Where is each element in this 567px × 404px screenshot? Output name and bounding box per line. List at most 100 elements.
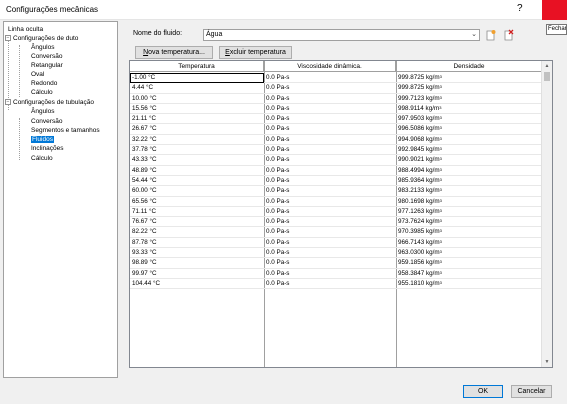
tree-item-fluidos[interactable]: Fluidos [31, 135, 54, 144]
temperature-cell[interactable]: -1.00 °C [130, 73, 264, 83]
scroll-up-icon[interactable]: ▲ [542, 61, 552, 71]
temperature-cell[interactable]: 43.33 °C [130, 155, 264, 165]
temperature-cell[interactable]: 21.11 °C [130, 114, 264, 124]
viscosity-cell[interactable]: 0.0 Pa-s [264, 217, 396, 227]
column-header-densidade[interactable]: Densidade [396, 61, 542, 72]
temperature-cell[interactable]: 76.67 °C [130, 217, 264, 227]
table-row[interactable]: 26.67 °C 0.0 Pa-s 996.5086 kg/m3 [130, 124, 542, 135]
viscosity-cell[interactable]: 0.0 Pa-s [264, 145, 396, 155]
table-row[interactable]: 98.89 °C 0.0 Pa-s 959.1856 kg/m3 [130, 258, 542, 269]
tree-item-tubulacao-conversao[interactable]: Conversão [31, 117, 62, 126]
tree-item-duto-angulos[interactable]: Ângulos [31, 43, 55, 52]
temperature-cell[interactable]: 32.22 °C [130, 135, 264, 145]
settings-tree[interactable]: Linha oculta − Configurações de duto Ângu… [3, 21, 118, 378]
density-cell[interactable]: 999.8725 kg/m3 [396, 73, 542, 83]
tree-item-configuracoes-duto[interactable]: − Configurações de duto [5, 34, 78, 43]
cancel-button[interactable]: Cancelar [511, 385, 552, 398]
temperature-cell[interactable]: 15.56 °C [130, 104, 264, 114]
column-header-temperatura[interactable]: Temperatura [130, 61, 264, 72]
density-cell[interactable]: 966.7143 kg/m3 [396, 238, 542, 248]
table-row[interactable]: 99.97 °C 0.0 Pa-s 958.3847 kg/m3 [130, 269, 542, 279]
temperature-cell[interactable]: 37.78 °C [130, 145, 264, 155]
temperature-cell[interactable]: 93.33 °C [130, 248, 264, 258]
viscosity-cell[interactable]: 0.0 Pa-s [264, 207, 396, 217]
table-row[interactable]: 82.22 °C 0.0 Pa-s 970.3985 kg/m3 [130, 227, 542, 238]
temperature-cell[interactable]: 98.89 °C [130, 258, 264, 268]
viscosity-cell[interactable]: 0.0 Pa-s [264, 114, 396, 124]
table-row[interactable]: 87.78 °C 0.0 Pa-s 966.7143 kg/m3 [130, 238, 542, 249]
table-row[interactable]: 104.44 °C 0.0 Pa-s 955.1810 kg/m3 [130, 279, 542, 290]
viscosity-cell[interactable]: 0.0 Pa-s [264, 166, 396, 176]
table-row[interactable]: 21.11 °C 0.0 Pa-s 997.9503 kg/m3 [130, 114, 542, 125]
viscosity-cell[interactable]: 0.0 Pa-s [264, 258, 396, 268]
temperature-cell[interactable]: 10.00 °C [130, 94, 264, 104]
temperature-cell[interactable]: 87.78 °C [130, 238, 264, 248]
tree-item-duto-calculo[interactable]: Cálculo [31, 88, 53, 97]
density-cell[interactable]: 970.3985 kg/m3 [396, 227, 542, 237]
tree-item-tubulacao-calculo[interactable]: Cálculo [31, 154, 53, 163]
viscosity-cell[interactable]: 0.0 Pa-s [264, 104, 396, 114]
vertical-scrollbar[interactable]: ▲ ▼ [541, 61, 552, 367]
table-row[interactable]: 37.78 °C 0.0 Pa-s 992.9845 kg/m3 [130, 145, 542, 156]
density-cell[interactable]: 959.1856 kg/m3 [396, 258, 542, 268]
temperature-cell[interactable]: 4.44 °C [130, 83, 264, 93]
table-row[interactable]: 32.22 °C 0.0 Pa-s 994.9068 kg/m3 [130, 135, 542, 146]
viscosity-cell[interactable]: 0.0 Pa-s [264, 73, 396, 83]
help-button[interactable]: ? [517, 3, 523, 14]
new-temperature-button[interactable]: Nova temperatura... [135, 46, 213, 59]
table-row[interactable]: 54.44 °C 0.0 Pa-s 985.9364 kg/m3 [130, 176, 542, 187]
density-cell[interactable]: 988.4994 kg/m3 [396, 166, 542, 176]
density-cell[interactable]: 994.9068 kg/m3 [396, 135, 542, 145]
tree-item-inclinacoes[interactable]: Inclinações [31, 144, 64, 153]
density-cell[interactable]: 997.9503 kg/m3 [396, 114, 542, 124]
tree-item-retangular[interactable]: Retangular [31, 61, 63, 70]
table-row[interactable]: -1.00 °C 0.0 Pa-s 999.8725 kg/m3 [130, 73, 542, 84]
density-cell[interactable]: 980.1698 kg/m3 [396, 197, 542, 207]
collapse-toggle-icon[interactable]: − [5, 99, 11, 106]
table-row[interactable]: 60.00 °C 0.0 Pa-s 983.2133 kg/m3 [130, 186, 542, 197]
table-row[interactable]: 93.33 °C 0.0 Pa-s 963.0300 kg/m3 [130, 248, 542, 259]
new-fluid-button[interactable] [484, 29, 497, 42]
viscosity-cell[interactable]: 0.0 Pa-s [264, 279, 396, 289]
viscosity-cell[interactable]: 0.0 Pa-s [264, 248, 396, 258]
column-header-viscosidade[interactable]: Viscosidade dinâmica. [264, 61, 396, 72]
table-row[interactable]: 71.11 °C 0.0 Pa-s 977.1263 kg/m3 [130, 207, 542, 218]
viscosity-cell[interactable]: 0.0 Pa-s [264, 197, 396, 207]
density-cell[interactable]: 955.1810 kg/m3 [396, 279, 542, 289]
density-cell[interactable]: 958.3847 kg/m3 [396, 269, 542, 279]
temperature-cell[interactable]: 99.97 °C [130, 269, 264, 279]
table-row[interactable]: 15.56 °C 0.0 Pa-s 998.9114 kg/m3 [130, 104, 542, 115]
table-row[interactable]: 65.56 °C 0.0 Pa-s 980.1698 kg/m3 [130, 197, 542, 207]
viscosity-cell[interactable]: 0.0 Pa-s [264, 155, 396, 165]
delete-temperature-button[interactable]: Excluir temperatura [219, 46, 292, 59]
density-cell[interactable]: 999.7123 kg/m3 [396, 94, 542, 104]
table-row[interactable]: 4.44 °C 0.0 Pa-s 999.8725 kg/m3 [130, 83, 542, 94]
viscosity-cell[interactable]: 0.0 Pa-s [264, 124, 396, 134]
table-row[interactable]: 76.67 °C 0.0 Pa-s 973.7624 kg/m3 [130, 217, 542, 228]
temperature-cell[interactable]: 104.44 °C [130, 279, 264, 289]
viscosity-cell[interactable]: 0.0 Pa-s [264, 186, 396, 196]
viscosity-cell[interactable]: 0.0 Pa-s [264, 227, 396, 237]
viscosity-cell[interactable]: 0.0 Pa-s [264, 83, 396, 93]
density-cell[interactable]: 998.9114 kg/m3 [396, 104, 542, 114]
tree-item-configuracoes-tubulacao[interactable]: − Configurações de tubulação [5, 98, 94, 107]
delete-fluid-button[interactable] [502, 29, 515, 42]
density-cell[interactable]: 992.9845 kg/m3 [396, 145, 542, 155]
tree-item-tubulacao-angulos[interactable]: Ângulos [31, 107, 55, 116]
tree-item-oval[interactable]: Oval [31, 70, 44, 79]
viscosity-cell[interactable]: 0.0 Pa-s [264, 238, 396, 248]
temperature-cell[interactable]: 48.89 °C [130, 166, 264, 176]
density-cell[interactable]: 990.9021 kg/m3 [396, 155, 542, 165]
viscosity-cell[interactable]: 0.0 Pa-s [264, 94, 396, 104]
viscosity-cell[interactable]: 0.0 Pa-s [264, 135, 396, 145]
density-cell[interactable]: 963.0300 kg/m3 [396, 248, 542, 258]
density-cell[interactable]: 977.1263 kg/m3 [396, 207, 542, 217]
scroll-down-icon[interactable]: ▼ [542, 357, 552, 367]
density-cell[interactable]: 983.2133 kg/m3 [396, 186, 542, 196]
table-row[interactable]: 48.89 °C 0.0 Pa-s 988.4994 kg/m3 [130, 166, 542, 176]
table-row[interactable]: 43.33 °C 0.0 Pa-s 990.9021 kg/m3 [130, 155, 542, 166]
tree-item-duto-conversao[interactable]: Conversão [31, 52, 62, 61]
table-row[interactable]: 10.00 °C 0.0 Pa-s 999.7123 kg/m3 [130, 94, 542, 104]
collapse-toggle-icon[interactable]: − [5, 35, 11, 42]
density-cell[interactable]: 985.9364 kg/m3 [396, 176, 542, 186]
